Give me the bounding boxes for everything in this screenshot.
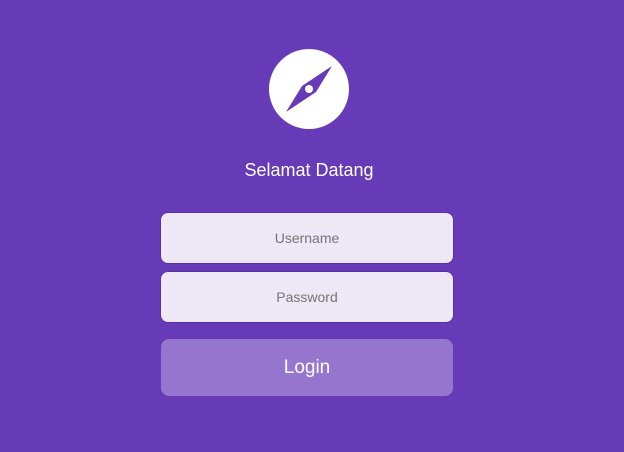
username-input[interactable]: [160, 212, 454, 264]
password-input[interactable]: [160, 271, 454, 323]
login-button[interactable]: Login: [161, 339, 453, 396]
welcome-title: Selamat Datang: [244, 160, 374, 180]
app-logo: [269, 49, 349, 129]
compass-icon: [286, 66, 332, 112]
